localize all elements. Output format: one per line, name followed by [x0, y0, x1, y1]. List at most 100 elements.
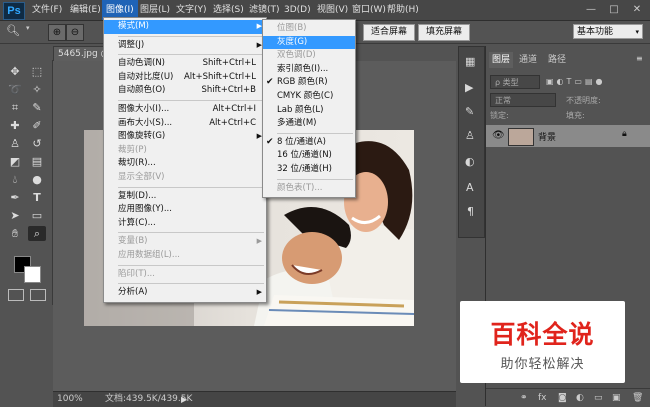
- lock-icon: 🔒︎: [622, 129, 627, 139]
- mode-menu-item-label: 索引颜色(I)...: [277, 63, 329, 74]
- close-button[interactable]: ✕: [626, 3, 648, 17]
- mode-menu-item[interactable]: Lab 颜色(L): [263, 104, 355, 118]
- fit-screen-button[interactable]: 适合屏幕: [363, 24, 415, 41]
- blur-tool-icon[interactable]: 💧︎: [6, 172, 24, 187]
- image-menu-item[interactable]: 自动色调(N) Shift+Ctrl+L: [104, 57, 266, 71]
- crop-tool-icon[interactable]: ⌗: [6, 100, 24, 115]
- paragraph-panel-icon[interactable]: ¶: [467, 205, 474, 218]
- marquee-tool-icon[interactable]: ⬚: [28, 64, 46, 79]
- zoom-tool-icon[interactable]: ⌕: [28, 226, 46, 241]
- hand-tool-icon[interactable]: ✋︎: [6, 226, 24, 241]
- fill-screen-button[interactable]: 填充屏幕: [418, 24, 470, 41]
- image-menu-item-shortcut: Alt+Shift+Ctrl+L: [183, 71, 256, 82]
- character-panel-icon[interactable]: A: [466, 181, 474, 194]
- mode-menu-item[interactable]: 索引颜色(I)...: [263, 63, 355, 77]
- menu-view[interactable]: 视图(V): [313, 0, 352, 20]
- mode-menu-item[interactable]: 灰度(G): [263, 35, 355, 50]
- gradient-tool-icon[interactable]: ▤: [28, 154, 46, 169]
- menu-help[interactable]: 帮助(H): [383, 0, 423, 20]
- zoom-tool-icon[interactable]: 🔍︎: [6, 24, 20, 37]
- image-menu-item-label: 应用图像(Y)...: [118, 204, 172, 215]
- mode-menu-item[interactable]: 16 位/通道(N): [263, 149, 355, 163]
- brush-panel-icon[interactable]: ✎: [465, 105, 474, 118]
- layer-row[interactable]: 👁︎ 背景 🔒︎: [486, 125, 650, 147]
- image-menu-item-label: 画布大小(S)...: [118, 117, 173, 128]
- pen-tool-icon[interactable]: ✒: [6, 190, 24, 205]
- tab-channels[interactable]: 通道: [519, 52, 537, 68]
- image-menu-item[interactable]: 裁切(R)...: [104, 157, 266, 171]
- image-menu-item[interactable]: 自动对比度(U) Alt+Shift+Ctrl+L: [104, 71, 266, 85]
- brush-tool-icon[interactable]: ✐: [28, 118, 46, 133]
- image-menu-item[interactable]: 复制(D)...: [104, 190, 266, 204]
- tab-paths[interactable]: 路径: [548, 52, 566, 68]
- fx-icon[interactable]: fx: [538, 389, 547, 407]
- move-tool-icon[interactable]: ✥: [6, 64, 24, 79]
- filter-icons[interactable]: ▣◐T▭▤●: [546, 77, 606, 86]
- image-menu-item[interactable]: 画布大小(S)... Alt+Ctrl+C: [104, 117, 266, 131]
- layer-filter-select[interactable]: ρ 类型: [490, 75, 540, 89]
- zoom-out-icon[interactable]: ⊖: [66, 24, 84, 41]
- menu-3d[interactable]: 3D(D): [280, 0, 315, 20]
- clone-stamp-tool-icon[interactable]: ♙: [6, 136, 24, 151]
- mode-menu-item[interactable]: 32 位/通道(H): [263, 163, 355, 177]
- clone-source-panel-icon[interactable]: ♙: [465, 129, 475, 142]
- mode-menu-item-label: RGB 颜色(R): [277, 77, 328, 88]
- menu-separator: [118, 283, 264, 285]
- eraser-tool-icon[interactable]: ◩: [6, 154, 24, 169]
- image-menu-item[interactable]: 模式(M) ▶: [104, 20, 266, 34]
- image-menu-item[interactable]: 图像旋转(G) ▶: [104, 130, 266, 144]
- adjustment-layer-icon[interactable]: ◐: [576, 389, 584, 407]
- mode-menu-item[interactable]: ✔ RGB 颜色(R): [263, 76, 355, 90]
- menu-edit[interactable]: 编辑(E): [66, 0, 105, 20]
- zoom-level[interactable]: 100%: [57, 392, 83, 407]
- status-arrow-icon[interactable]: ▶: [181, 392, 187, 407]
- type-tool-icon[interactable]: T: [28, 190, 46, 205]
- healing-brush-tool-icon[interactable]: ✚: [6, 118, 24, 133]
- image-menu-item[interactable]: 应用图像(Y)...: [104, 203, 266, 217]
- maximize-button[interactable]: □: [603, 3, 625, 17]
- quick-mask-icon[interactable]: [8, 289, 24, 301]
- panel-menu-icon[interactable]: ≡: [636, 54, 643, 63]
- mask-icon[interactable]: ◙: [558, 389, 567, 407]
- menu-separator: [118, 186, 264, 188]
- image-menu-item-label: 变量(B): [118, 236, 148, 247]
- zoom-in-icon[interactable]: ⊕: [48, 24, 66, 41]
- history-brush-tool-icon[interactable]: ↺: [28, 136, 46, 151]
- link-icon[interactable]: ⚭: [520, 389, 528, 407]
- tab-layers[interactable]: 图层: [489, 52, 514, 68]
- path-selection-tool-icon[interactable]: ➤: [6, 208, 24, 223]
- trash-icon[interactable]: 🗑︎: [632, 389, 643, 407]
- image-menu-item[interactable]: 自动颜色(O) Shift+Ctrl+B: [104, 84, 266, 98]
- dodge-tool-icon[interactable]: ●: [28, 172, 46, 187]
- rectangle-tool-icon[interactable]: ▭: [28, 208, 46, 223]
- adjustments-panel-icon[interactable]: ◐: [465, 155, 475, 168]
- image-menu-item[interactable]: 调整(J) ▶: [104, 39, 266, 53]
- mode-menu-item-label: 8 位/通道(A): [277, 136, 326, 147]
- image-menu-item[interactable]: 图像大小(I)... Alt+Ctrl+I: [104, 103, 266, 117]
- eye-icon[interactable]: 👁︎: [492, 130, 505, 141]
- image-menu-item[interactable]: 分析(A) ▶: [104, 286, 266, 300]
- image-menu-item-label: 模式(M): [118, 21, 149, 31]
- mode-menu-item[interactable]: ✔ 8 位/通道(A): [263, 136, 355, 150]
- chevron-down-icon[interactable]: ▾: [26, 24, 30, 32]
- actions-panel-icon[interactable]: ▶: [465, 81, 473, 94]
- eyedropper-tool-icon[interactable]: ✎: [28, 100, 46, 115]
- lasso-tool-icon[interactable]: ➰: [6, 82, 24, 97]
- mode-menu-item[interactable]: CMYK 颜色(C): [263, 90, 355, 104]
- magic-wand-tool-icon[interactable]: ✧: [28, 82, 46, 97]
- screen-mode-icon[interactable]: [30, 289, 46, 301]
- mode-menu-item-label: 16 位/通道(N): [277, 150, 332, 161]
- menu-file[interactable]: 文件(F): [28, 0, 66, 20]
- blend-mode-select[interactable]: 正常: [490, 93, 556, 107]
- image-menu-item[interactable]: 计算(C)...: [104, 217, 266, 231]
- mode-menu-item: 颜色表(T)...: [263, 182, 355, 196]
- mode-menu-item[interactable]: 多通道(M): [263, 117, 355, 131]
- background-color-swatch[interactable]: [24, 266, 41, 283]
- image-menu-item-label: 陷印(T)...: [118, 268, 155, 279]
- minimize-button[interactable]: —: [580, 3, 602, 17]
- group-icon[interactable]: ▭: [594, 389, 603, 407]
- workspace-select[interactable]: 基本功能 ▾: [573, 24, 643, 39]
- menu-separator: [277, 178, 353, 180]
- history-panel-icon[interactable]: ▦: [465, 55, 475, 68]
- new-layer-icon[interactable]: ▣: [612, 389, 621, 407]
